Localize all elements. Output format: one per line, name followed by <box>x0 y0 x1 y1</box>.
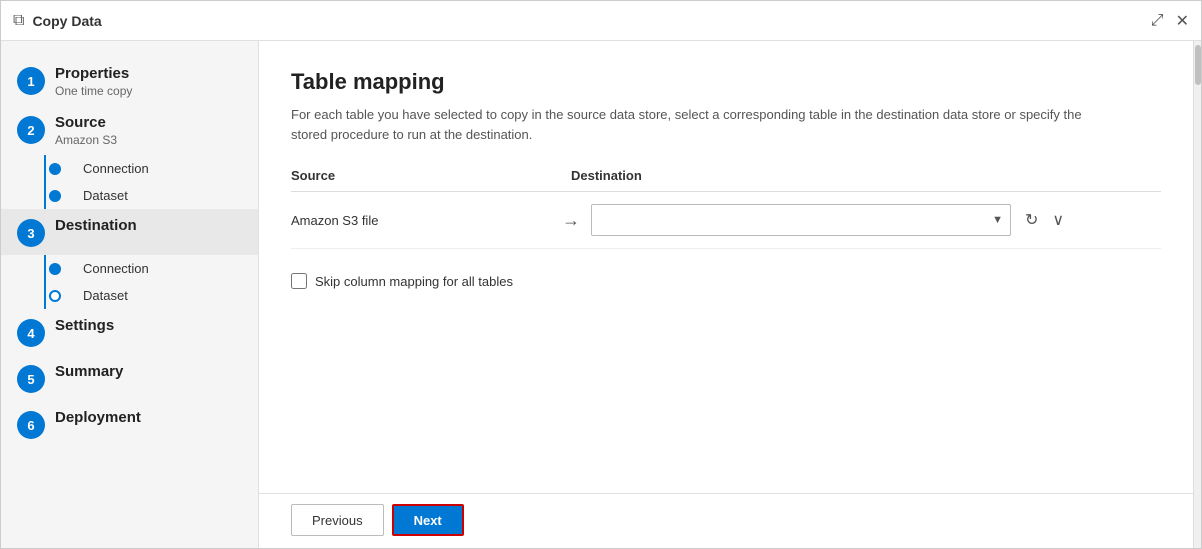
step-label-destination: Destination <box>55 217 137 234</box>
content-area: Table mapping For each table you have se… <box>259 41 1193 493</box>
destination-select[interactable] <box>591 204 1011 236</box>
source-connection-step[interactable]: Connection <box>41 155 258 182</box>
title-bar-actions: ⤢ ✕ <box>1151 11 1189 31</box>
mapping-header-source: Source <box>291 168 571 183</box>
destination-select-wrapper: ▼ <box>591 204 1011 236</box>
source-dataset-step[interactable]: Dataset <box>41 182 258 209</box>
skip-mapping-checkbox[interactable] <box>291 273 307 289</box>
sidebar-item-properties[interactable]: 1 Properties One time copy <box>1 57 258 106</box>
body: 1 Properties One time copy 2 Source Amaz… <box>1 41 1201 548</box>
destination-dataset-dot <box>49 290 61 302</box>
step-label-source: Source <box>55 114 117 131</box>
sidebar: 1 Properties One time copy 2 Source Amaz… <box>1 41 259 548</box>
step-circle-3: 3 <box>17 219 45 247</box>
previous-button[interactable]: Previous <box>291 504 384 536</box>
step-label-settings: Settings <box>55 317 114 334</box>
next-button[interactable]: Next <box>392 504 464 536</box>
refresh-icon[interactable]: ↻ <box>1025 210 1038 230</box>
destination-connection-dot <box>49 263 61 275</box>
step-circle-4: 4 <box>17 319 45 347</box>
step-circle-6: 6 <box>17 411 45 439</box>
scrollbar-track <box>1193 41 1201 548</box>
close-icon[interactable]: ✕ <box>1176 11 1189 31</box>
expand-row-icon[interactable]: ∨ <box>1052 210 1064 230</box>
sidebar-item-destination[interactable]: 3 Destination <box>1 209 258 255</box>
source-sub-steps: Connection Dataset <box>31 155 258 209</box>
step-label-summary: Summary <box>55 363 123 380</box>
main-content: Table mapping For each table you have se… <box>259 41 1193 548</box>
destination-connection-label: Connection <box>83 261 149 276</box>
step-circle-5: 5 <box>17 365 45 393</box>
title-bar-left: ⧉ Copy Data <box>13 12 102 30</box>
mapping-dest-wrapper: ▼ ↻ ∨ <box>591 204 1161 236</box>
sidebar-item-deployment[interactable]: 6 Deployment <box>1 401 258 447</box>
mapping-source-label: Amazon S3 file <box>291 213 551 228</box>
step-circle-2: 2 <box>17 116 45 144</box>
step-label-deployment: Deployment <box>55 409 141 426</box>
sidebar-item-summary[interactable]: 5 Summary <box>1 355 258 401</box>
page-title: Table mapping <box>291 69 1161 95</box>
sidebar-item-settings[interactable]: 4 Settings <box>1 309 258 355</box>
skip-mapping-section: Skip column mapping for all tables <box>291 273 1161 289</box>
title-bar: ⧉ Copy Data ⤢ ✕ <box>1 1 1201 41</box>
destination-connection-step[interactable]: Connection <box>41 255 258 282</box>
source-connection-dot <box>49 163 61 175</box>
copy-data-icon: ⧉ <box>13 12 24 30</box>
footer: Previous Next <box>259 493 1193 548</box>
source-dataset-dot <box>49 190 61 202</box>
mapping-header-destination: Destination <box>571 168 642 183</box>
source-dataset-label: Dataset <box>83 188 128 203</box>
mapping-header: Source Destination <box>291 168 1161 192</box>
scrollbar-thumb[interactable] <box>1195 45 1201 85</box>
sidebar-item-source[interactable]: 2 Source Amazon S3 <box>1 106 258 155</box>
mapping-row: Amazon S3 file → ▼ ↻ ∨ <box>291 192 1161 249</box>
step-label-properties: Properties <box>55 65 132 82</box>
expand-icon[interactable]: ⤢ <box>1151 12 1164 30</box>
source-connection-label: Connection <box>83 161 149 176</box>
step-circle-1: 1 <box>17 67 45 95</box>
window-title: Copy Data <box>32 13 101 29</box>
mapping-arrow-icon: → <box>551 210 591 231</box>
destination-dataset-step[interactable]: Dataset <box>41 282 258 309</box>
app-window: ⧉ Copy Data ⤢ ✕ 1 Properties One time co… <box>0 0 1202 549</box>
source-file-label: Amazon S3 file <box>291 213 378 228</box>
skip-mapping-label[interactable]: Skip column mapping for all tables <box>315 274 513 289</box>
page-description: For each table you have selected to copy… <box>291 105 1111 144</box>
step-sub-properties: One time copy <box>55 84 132 98</box>
destination-dataset-label: Dataset <box>83 288 128 303</box>
destination-sub-steps: Connection Dataset <box>31 255 258 309</box>
step-sub-source: Amazon S3 <box>55 133 117 147</box>
